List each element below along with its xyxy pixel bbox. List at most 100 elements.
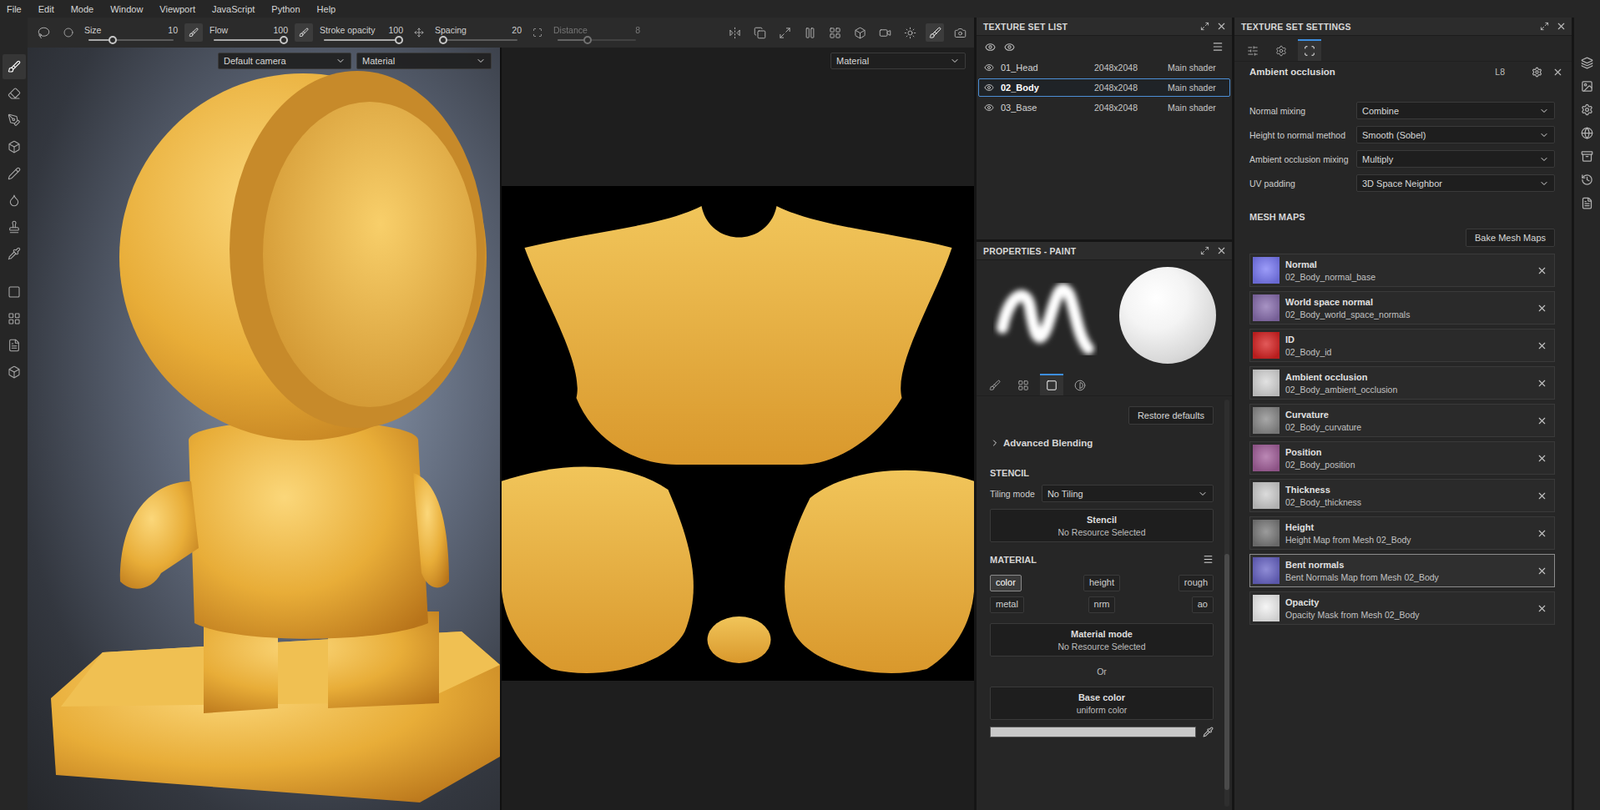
lazy-mouse-button[interactable] xyxy=(750,23,769,42)
remove-icon[interactable] xyxy=(1536,265,1548,277)
menu-item[interactable]: Python xyxy=(262,4,308,15)
channel-toggle[interactable]: color xyxy=(989,575,1022,592)
slider-mode-button[interactable] xyxy=(59,23,78,42)
channel-toggle[interactable]: rough xyxy=(1178,575,1214,592)
tool-button[interactable] xyxy=(2,214,26,240)
setting-dropdown[interactable]: Combine xyxy=(1356,101,1555,120)
slider-mode-button[interactable] xyxy=(294,23,313,42)
channel-toggle[interactable]: height xyxy=(1083,575,1121,592)
menu-item[interactable]: Viewport xyxy=(151,4,204,15)
mesh-map-row[interactable]: OpacityOpacity Mask from Mesh 02_Body xyxy=(1249,591,1555,626)
slider-knob[interactable] xyxy=(108,35,117,45)
properties-tab[interactable] xyxy=(1039,373,1064,396)
slider-track[interactable] xyxy=(439,39,518,41)
dock-button[interactable] xyxy=(1579,124,1596,142)
dock-button[interactable] xyxy=(1579,54,1596,71)
mesh-map-row[interactable]: Ambient occlusion02_Body_ambient_occlusi… xyxy=(1249,366,1555,400)
split-view-button[interactable] xyxy=(825,23,844,42)
close-button[interactable] xyxy=(1216,245,1227,257)
tool-button[interactable] xyxy=(2,161,26,187)
menu-item[interactable]: Edit xyxy=(30,4,63,15)
camera-mode-button[interactable] xyxy=(875,23,894,42)
slider-track[interactable] xyxy=(323,39,399,41)
tool-button[interactable] xyxy=(2,241,26,267)
selection-button[interactable] xyxy=(34,23,53,42)
menu-item[interactable]: Mode xyxy=(62,4,103,15)
display-mode-dropdown[interactable]: Material xyxy=(356,52,492,70)
channel-toggle[interactable]: nrm xyxy=(1088,596,1116,614)
mesh-map-row[interactable]: ID02_Body_id xyxy=(1249,328,1555,363)
slider-mode-button[interactable] xyxy=(528,23,547,42)
hide-button[interactable] xyxy=(775,23,794,42)
remove-icon[interactable] xyxy=(1536,603,1548,615)
display-mode-dropdown[interactable]: Material xyxy=(830,52,966,70)
dock-button[interactable] xyxy=(1579,194,1596,212)
viewport-2d[interactable]: Material xyxy=(501,47,975,810)
scroll-thumb[interactable] xyxy=(1224,554,1230,791)
toolbar-slider[interactable]: Flow100 xyxy=(209,25,288,41)
camera-dropdown[interactable]: Default camera xyxy=(217,52,352,70)
tool-button[interactable] xyxy=(2,333,26,359)
dock-button[interactable] xyxy=(1579,77,1596,95)
pipette-icon[interactable] xyxy=(1202,726,1214,738)
slider-track[interactable] xyxy=(88,39,174,41)
menu-icon[interactable] xyxy=(1211,40,1224,53)
solo-eye-icon[interactable] xyxy=(1004,41,1015,53)
gear-icon[interactable] xyxy=(1531,66,1543,78)
slider-mode-button[interactable] xyxy=(409,23,429,42)
base-color-button[interactable]: Base coloruniform color xyxy=(989,686,1214,721)
remove-icon[interactable] xyxy=(1536,453,1548,465)
settings-tab[interactable] xyxy=(1241,39,1265,61)
stencil-resource-button[interactable]: StencilNo Resource Selected xyxy=(989,509,1214,543)
mesh-map-row[interactable]: Bent normalsBent Normals Map from Mesh 0… xyxy=(1249,554,1555,588)
scrollbar[interactable] xyxy=(1224,399,1230,808)
texture-set-row[interactable]: 03_Base2048x2048Main shader xyxy=(978,98,1231,117)
menu-icon[interactable] xyxy=(1202,554,1214,566)
float-button[interactable] xyxy=(1200,246,1210,256)
material-mode-button[interactable]: Material modeNo Resource Selected xyxy=(989,623,1214,657)
slider-knob[interactable] xyxy=(439,35,448,45)
settings-tab[interactable] xyxy=(1297,39,1322,61)
setting-dropdown[interactable]: Smooth (Sobel) xyxy=(1356,126,1555,144)
remove-icon[interactable] xyxy=(1536,340,1548,352)
object-button[interactable] xyxy=(850,23,869,42)
settings-tab[interactable] xyxy=(1269,39,1293,61)
remove-icon[interactable] xyxy=(1536,490,1548,502)
eye-icon[interactable] xyxy=(984,41,996,53)
tool-button[interactable] xyxy=(2,107,26,133)
float-button[interactable] xyxy=(1539,21,1550,31)
remove-icon[interactable] xyxy=(1536,565,1548,577)
mesh-map-row[interactable]: Curvature02_Body_curvature xyxy=(1249,403,1555,438)
texture-set-row[interactable]: 02_Body2048x2048Main shader xyxy=(978,78,1231,97)
slider-knob[interactable] xyxy=(279,35,288,45)
symmetry-button[interactable] xyxy=(725,23,744,42)
advanced-blending-toggle[interactable]: Advanced Blending xyxy=(989,431,1214,457)
properties-tab[interactable] xyxy=(1068,373,1092,396)
channel-toggle[interactable]: ao xyxy=(1191,596,1214,614)
bake-mesh-maps-button[interactable]: Bake Mesh Maps xyxy=(1465,228,1555,248)
mesh-map-row[interactable]: Normal02_Body_normal_base xyxy=(1249,253,1555,288)
close-button[interactable] xyxy=(1555,20,1567,32)
setting-dropdown[interactable]: 3D Space Neighbor xyxy=(1356,174,1555,192)
channel-toggle[interactable]: metal xyxy=(989,596,1025,614)
menu-item[interactable]: Window xyxy=(101,4,152,15)
tool-button[interactable] xyxy=(2,279,26,305)
viewport-3d[interactable]: Default cameraMaterial xyxy=(27,47,500,810)
dock-button[interactable] xyxy=(1579,147,1596,165)
tool-button[interactable] xyxy=(2,80,26,106)
remove-icon[interactable] xyxy=(1536,528,1548,540)
paint-mode-button[interactable] xyxy=(925,23,944,42)
mesh-map-row[interactable]: Position02_Body_position xyxy=(1249,441,1555,475)
tool-button[interactable] xyxy=(2,54,26,80)
remove-icon[interactable] xyxy=(1536,302,1548,314)
remove-icon[interactable] xyxy=(1536,415,1548,427)
pause-button[interactable] xyxy=(800,23,819,42)
remove-icon[interactable] xyxy=(1536,378,1548,389)
mesh-map-row[interactable]: Thickness02_Body_thickness xyxy=(1249,479,1555,513)
menu-item[interactable]: JavaScript xyxy=(203,4,263,15)
toolbar-slider[interactable]: Spacing20 xyxy=(434,25,522,41)
dock-button[interactable] xyxy=(1579,100,1596,118)
menu-item[interactable]: File xyxy=(1,4,31,15)
setting-dropdown[interactable]: Multiply xyxy=(1356,150,1555,168)
texture-set-row[interactable]: 01_Head2048x2048Main shader xyxy=(978,58,1231,77)
